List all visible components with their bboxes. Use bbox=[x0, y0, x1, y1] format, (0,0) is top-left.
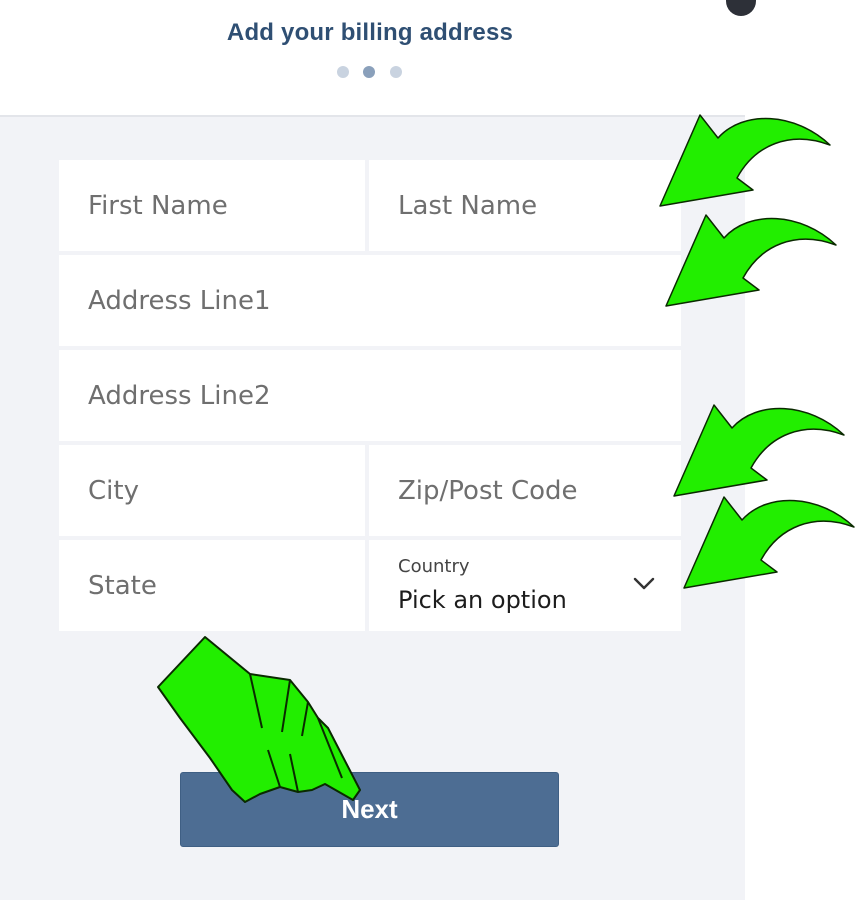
country-label: Country bbox=[398, 556, 470, 577]
first-name-field[interactable]: First Name bbox=[59, 160, 365, 251]
page-title: Add your billing address bbox=[226, 19, 514, 46]
state-field[interactable]: State bbox=[59, 540, 365, 631]
city-field[interactable]: City bbox=[59, 445, 365, 536]
header: Add your billing address bbox=[0, 0, 745, 117]
billing-panel: Add your billing address First Name Last… bbox=[0, 0, 745, 900]
step-dot-3 bbox=[390, 66, 402, 78]
step-dot-1 bbox=[337, 66, 349, 78]
step-dot-2-active bbox=[363, 66, 375, 78]
address-line2-field[interactable]: Address Line2 bbox=[59, 350, 681, 441]
country-select[interactable]: Country Pick an option bbox=[369, 540, 681, 631]
country-selected-value: Pick an option bbox=[398, 586, 567, 614]
next-button[interactable]: Next bbox=[180, 772, 559, 847]
zip-code-field[interactable]: Zip/Post Code bbox=[369, 445, 681, 536]
address-line1-field[interactable]: Address Line1 bbox=[59, 255, 681, 346]
chevron-down-icon bbox=[633, 577, 655, 590]
last-name-field[interactable]: Last Name bbox=[369, 160, 681, 251]
billing-address-form: First Name Last Name Address Line1 Addre… bbox=[59, 160, 681, 631]
